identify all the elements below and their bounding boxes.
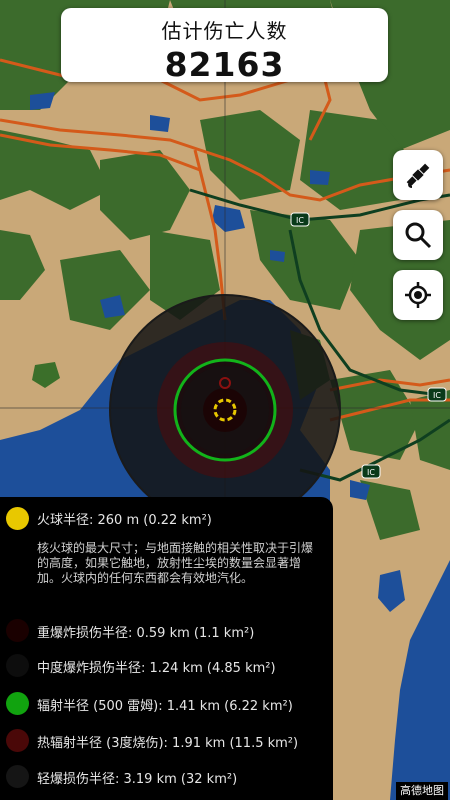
casualty-count: 82163 [164, 45, 285, 84]
legend-color-dot [6, 729, 29, 752]
legend-label: 辐射半径 (500 雷姆): 1.41 km (6.22 km²) [37, 699, 293, 714]
legend-color-dot [6, 654, 29, 677]
legend-label: 热辐射半径 (3度烧伤): 1.91 km (11.5 km²) [37, 736, 299, 751]
casualty-title: 估计伤亡人数 [161, 19, 288, 43]
fireball-description: 核火球的最大尺寸；与地面接触的相关性取决于引爆的高度，如果它触地，放射性尘埃的数… [37, 541, 314, 585]
ic-shield-label: IC [433, 391, 441, 400]
legend-color-dot [6, 507, 29, 530]
map-provider-badge: 高德地图 [396, 782, 448, 800]
blast-legend-panel: 火球半径: 260 m (0.22 km²) 核火球的最大尺寸；与地面接触的相关… [0, 497, 333, 800]
ic-shield-label: IC [296, 216, 304, 225]
legend-label: 火球半径: 260 m (0.22 km²) [37, 513, 212, 528]
blast-overlay [109, 294, 341, 526]
casualty-estimate-card: 估计伤亡人数 82163 [61, 8, 388, 84]
legend-label: 轻爆损伤半径: 3.19 km (32 km²) [37, 772, 238, 787]
search-icon [405, 222, 432, 249]
crosshair-locate-icon [405, 282, 431, 308]
legend-color-dot [6, 619, 29, 642]
search-button[interactable] [393, 210, 443, 260]
ic-shield-label: IC [367, 468, 375, 477]
satellite-layer-button[interactable] [393, 150, 443, 200]
satellite-icon [406, 163, 430, 188]
heavy-blast-ring [203, 388, 247, 432]
legend-label: 中度爆炸损伤半径: 1.24 km (4.85 km²) [37, 661, 276, 676]
legend-label: 重爆炸损伤半径: 0.59 km (1.1 km²) [37, 626, 255, 641]
locate-me-button[interactable] [393, 270, 443, 320]
legend-color-dot [6, 692, 29, 715]
legend-color-dot [6, 765, 29, 788]
